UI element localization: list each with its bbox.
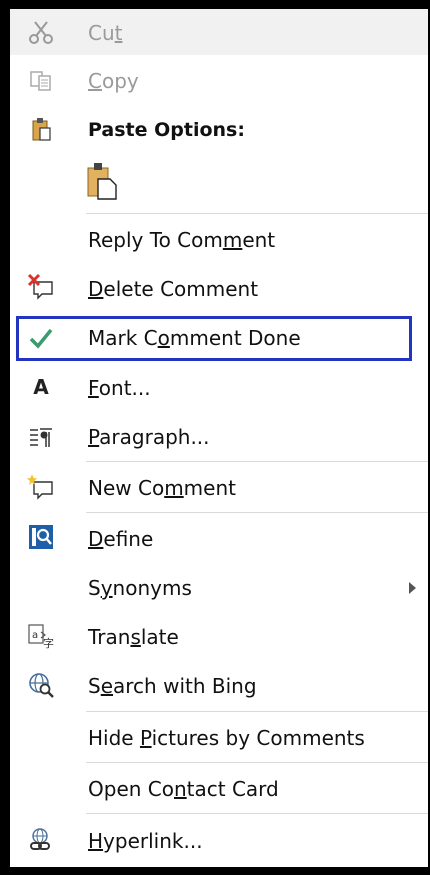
delete-comment-icon: [26, 272, 56, 302]
hyperlink-icon: [26, 825, 56, 855]
define-icon: [26, 522, 56, 552]
separator: [86, 762, 428, 763]
menu-item-translate[interactable]: a 字 Translate: [10, 614, 428, 660]
translate-label: Translate: [88, 625, 179, 649]
translate-icon: a 字: [26, 621, 56, 651]
separator: [86, 213, 428, 214]
menu-item-paragraph[interactable]: Paragraph...: [10, 414, 428, 460]
paragraph-icon: [26, 422, 56, 452]
paste-keep-text-icon: [84, 161, 120, 201]
delete-comment-label: Delete Comment: [88, 277, 259, 301]
paste-options-label: Paste Options:: [88, 119, 245, 141]
svg-text:a: a: [32, 630, 38, 641]
new-comment-label: New Comment: [88, 476, 236, 500]
hide-pictures-label: Hide Pictures by Comments: [88, 726, 365, 750]
submenu-arrow-icon: [409, 582, 416, 594]
separator: [86, 461, 428, 462]
hyperlink-label: Hyperlink...: [88, 829, 203, 853]
menu-item-delete-comment[interactable]: Delete Comment: [10, 266, 428, 312]
svg-text:字: 字: [43, 636, 54, 650]
search-with-bing-label: Search with Bing: [88, 674, 257, 698]
menu-item-search-with-bing[interactable]: Search with Bing: [10, 663, 428, 709]
new-comment-icon: [26, 472, 56, 502]
scissors-icon: [26, 17, 56, 47]
menu-item-new-comment[interactable]: New Comment: [10, 465, 428, 511]
font-icon: A: [33, 375, 49, 399]
copy-icon: [26, 66, 56, 96]
search-globe-icon: [26, 670, 56, 700]
font-label: Font...: [88, 376, 151, 400]
context-menu: Cut Copy Paste Options: Reply To Comment…: [10, 9, 428, 867]
define-label: Define: [88, 527, 154, 551]
separator: [86, 711, 428, 712]
menu-item-hide-pictures[interactable]: Hide Pictures by Comments: [10, 715, 428, 761]
menu-item-font[interactable]: A Font...: [10, 365, 428, 411]
clipboard-icon: [26, 114, 56, 144]
copy-label: Copy: [88, 69, 139, 93]
selection-highlight-box: [16, 316, 412, 361]
cut-label: Cut: [88, 21, 123, 45]
menu-item-cut[interactable]: Cut: [10, 9, 428, 55]
menu-item-reply-to-comment[interactable]: Reply To Comment: [10, 217, 428, 263]
open-contact-card-label: Open Contact Card: [88, 777, 279, 801]
reply-to-comment-label: Reply To Comment: [88, 228, 276, 252]
menu-item-synonyms[interactable]: Synonyms: [10, 565, 428, 611]
separator: [86, 512, 428, 513]
separator: [86, 813, 428, 814]
menu-item-copy[interactable]: Copy: [10, 58, 428, 104]
paste-keep-text-button[interactable]: [10, 155, 428, 211]
paragraph-label: Paragraph...: [88, 425, 210, 449]
paste-options-header: Paste Options:: [10, 106, 428, 152]
menu-item-open-contact-card[interactable]: Open Contact Card: [10, 766, 428, 812]
menu-item-hyperlink[interactable]: Hyperlink...: [10, 817, 428, 865]
synonyms-label: Synonyms: [88, 576, 192, 600]
menu-item-define[interactable]: Define: [10, 516, 428, 562]
